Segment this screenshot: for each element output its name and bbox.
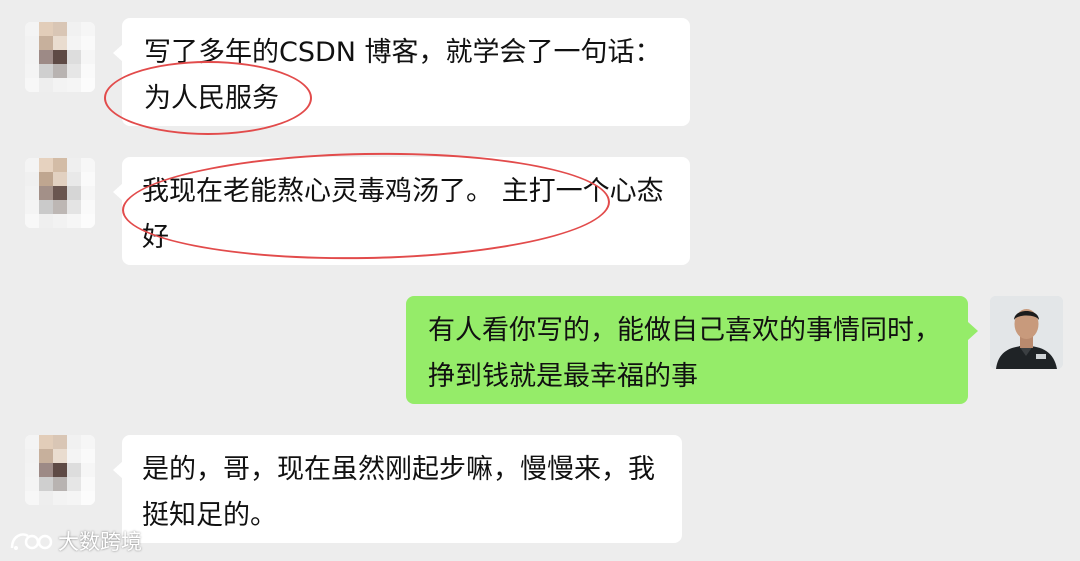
message-line: 好 bbox=[142, 222, 169, 253]
blurred-avatar-icon bbox=[25, 158, 95, 228]
bubble-tail bbox=[113, 44, 123, 62]
message-bubble-self[interactable]: 有人看你写的，能做自己喜欢的事情同时， 挣到钱就是最幸福的事 bbox=[406, 296, 978, 404]
message-line: 为人民服务 bbox=[144, 83, 279, 114]
message-line: 挺知足的。 bbox=[142, 500, 277, 531]
message-line: 是的，哥，现在虽然刚起步嘛，慢慢来，我 bbox=[142, 454, 655, 485]
blurred-avatar-icon bbox=[25, 22, 95, 92]
message-line: 写了多年的CSDN 博客，就学会了一句话： bbox=[144, 37, 662, 68]
message-line: 有人看你写的，能做自己喜欢的事情同时， bbox=[428, 315, 941, 346]
eye-logo-icon bbox=[10, 533, 53, 550]
watermark-text: 大数跨境 bbox=[58, 530, 142, 554]
watermark: 大数跨境 bbox=[8, 526, 142, 556]
message-line: 我现在老能熬心灵毒鸡汤了。 主打一个心态 bbox=[142, 176, 664, 207]
blurred-avatar-icon bbox=[25, 435, 95, 505]
message-line: 挣到钱就是最幸福的事 bbox=[428, 361, 698, 392]
contact-avatar[interactable] bbox=[25, 22, 95, 92]
contact-avatar[interactable] bbox=[25, 435, 95, 505]
bubble-tail bbox=[968, 322, 978, 340]
self-avatar[interactable] bbox=[990, 296, 1063, 369]
message-bubble[interactable]: 我现在老能熬心灵毒鸡汤了。 主打一个心态 好 bbox=[113, 157, 690, 265]
bubble-tail bbox=[113, 461, 123, 479]
message-bubble[interactable]: 写了多年的CSDN 博客，就学会了一句话： 为人民服务 bbox=[113, 18, 690, 126]
user-photo-icon bbox=[990, 296, 1063, 369]
bubble-tail bbox=[113, 183, 123, 201]
contact-avatar[interactable] bbox=[25, 158, 95, 228]
message-bubble[interactable]: 是的，哥，现在虽然刚起步嘛，慢慢来，我 挺知足的。 bbox=[113, 435, 682, 543]
